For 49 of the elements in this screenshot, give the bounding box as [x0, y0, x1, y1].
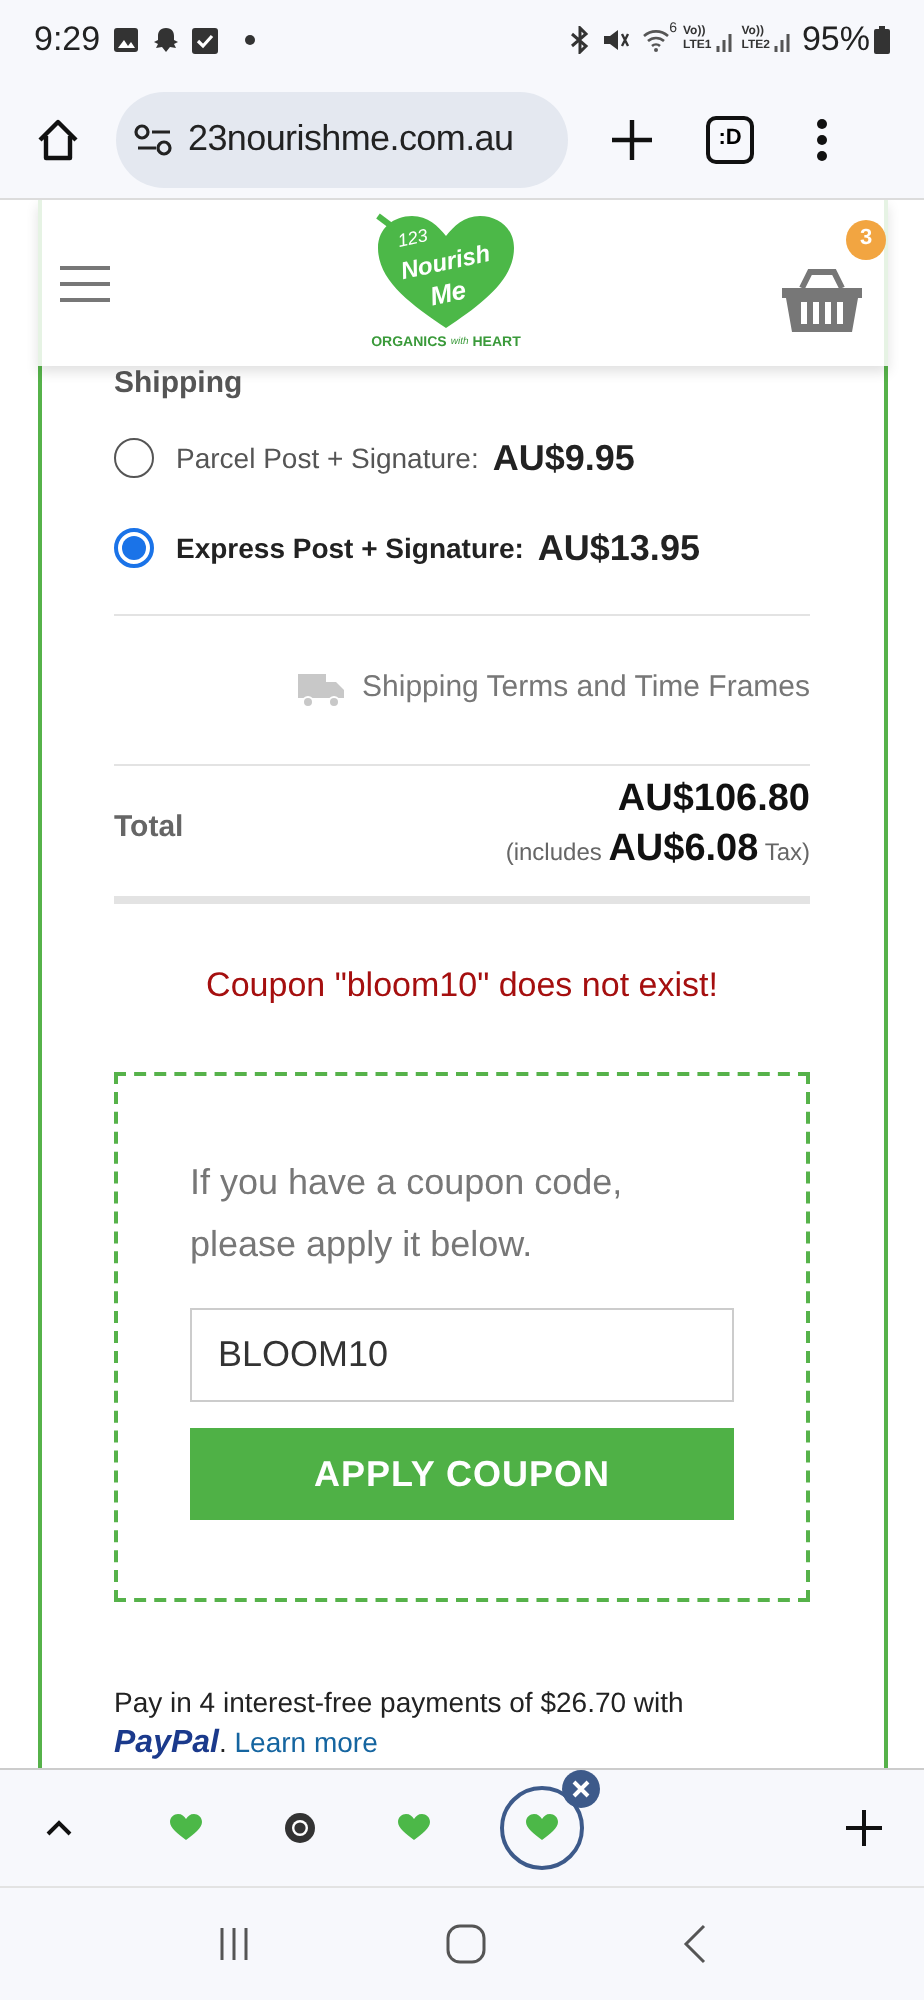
shipping-price: AU$13.95: [537, 525, 700, 571]
back-icon[interactable]: [682, 1924, 706, 1964]
wifi-icon: [641, 28, 670, 52]
shipping-option-label: Parcel Post + Signature:: [176, 439, 479, 478]
basket-icon[interactable]: [782, 267, 862, 331]
url-text: 23nourishme.com.au: [188, 116, 514, 162]
image-icon: [112, 26, 141, 54]
radio-button[interactable]: [114, 438, 154, 478]
heart-logo-icon: [526, 1814, 558, 1842]
total-value: AU$106.80: [617, 778, 810, 823]
shipping-label: Shipping: [114, 364, 245, 404]
tab-switcher-button[interactable]: :D: [706, 115, 754, 163]
shipping-price: AU$9.95: [492, 435, 635, 481]
signal-icon: [773, 28, 794, 52]
menu-icon[interactable]: [60, 265, 110, 301]
close-icon[interactable]: [562, 1770, 600, 1808]
paypal-message: Pay in 4 interest-free payments of $26.70 with PayPal. Learn more: [114, 1684, 686, 1762]
chrome-icon: [284, 1812, 316, 1844]
battery-percent: 95%: [801, 18, 870, 63]
new-tab-icon[interactable]: [610, 117, 654, 161]
ghost-icon: [152, 26, 181, 54]
dot-icon: [244, 34, 257, 46]
coupon-error-message: Coupon "bloom10" does not exist!: [204, 963, 720, 1007]
home-icon[interactable]: [34, 115, 82, 163]
caret-up-icon[interactable]: [46, 1820, 72, 1836]
radio-button[interactable]: [114, 528, 154, 568]
more-menu-icon[interactable]: [816, 117, 828, 161]
shipping-terms-link[interactable]: Shipping Terms and Time Frames: [362, 666, 810, 712]
shipping-option-label: Express Post + Signature:: [176, 529, 524, 568]
coupon-prompt: If you have a coupon code, please apply it below.: [190, 1160, 625, 1268]
status-time: 9:29: [34, 18, 101, 63]
battery-icon: [874, 26, 890, 54]
home-button-icon[interactable]: [446, 1924, 486, 1964]
heart-logo-icon: [398, 1814, 430, 1842]
signal-icon: [715, 28, 736, 52]
site-settings-icon[interactable]: [134, 123, 174, 155]
total-label: Total: [114, 808, 184, 849]
tax-note: (includes AU$6.08 Tax): [505, 826, 810, 875]
learn-more-link[interactable]: Learn more: [234, 1726, 378, 1758]
recent-apps-icon[interactable]: [218, 1926, 250, 1962]
cart-count-badge: 3: [846, 219, 886, 259]
bluetooth-icon: [569, 26, 590, 54]
checkbox-icon: [192, 27, 219, 53]
new-tab-icon[interactable]: [846, 1810, 882, 1846]
heart-logo-icon: [170, 1814, 202, 1842]
address-bar[interactable]: 23nourishme.com.au: [116, 91, 568, 187]
coupon-input[interactable]: BLOOM10: [190, 1308, 734, 1402]
truck-icon: [298, 671, 347, 707]
mute-icon: [601, 26, 630, 54]
